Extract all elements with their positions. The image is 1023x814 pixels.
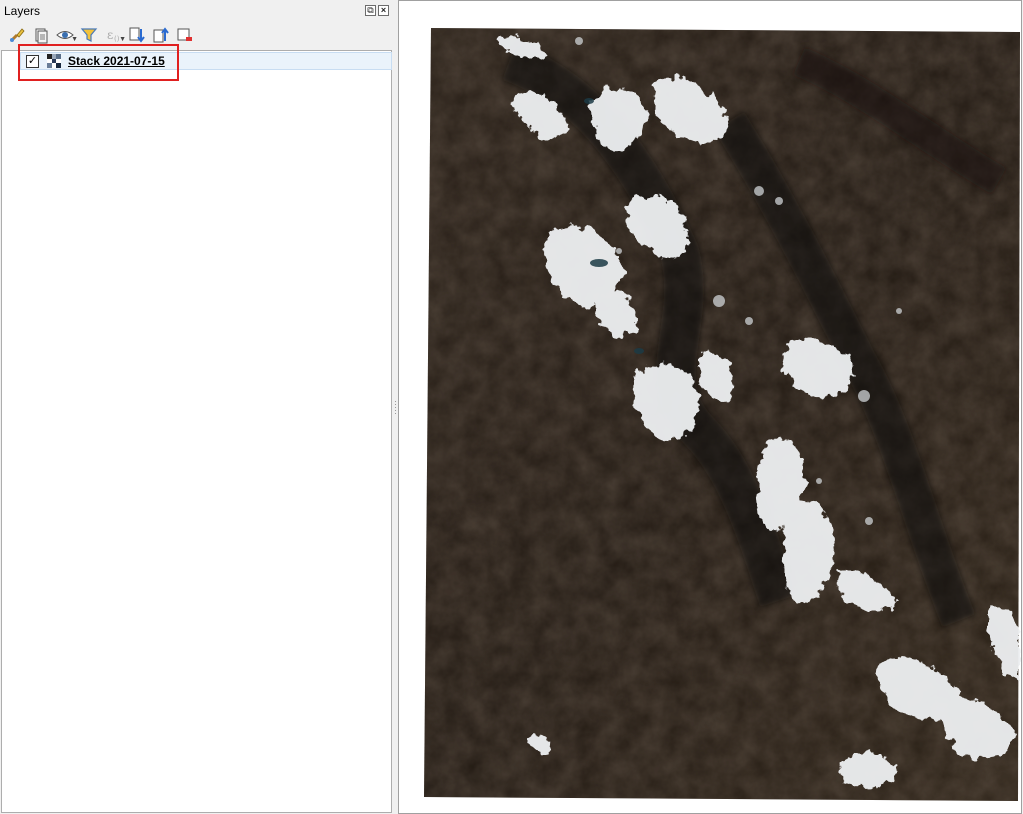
remove-layer-icon[interactable] bbox=[174, 24, 196, 46]
layer-item-stack[interactable]: ✓ Stack 2021-07-15 bbox=[20, 52, 392, 70]
satellite-raster-image bbox=[424, 28, 1020, 801]
visibility-eye-icon[interactable]: ▼ bbox=[54, 24, 78, 46]
close-icon[interactable]: × bbox=[378, 5, 389, 16]
filter-expression-icon[interactable]: ε() ▼ bbox=[102, 24, 126, 46]
layers-panel: Layers ⧉ × ▼ ε() ▼ ✓ Stack 2021-07-15 bbox=[0, 0, 393, 814]
layer-tree: ✓ Stack 2021-07-15 bbox=[1, 50, 392, 813]
expand-all-icon[interactable] bbox=[126, 24, 148, 46]
float-icon[interactable]: ⧉ bbox=[365, 5, 376, 16]
collapse-all-icon[interactable] bbox=[150, 24, 172, 46]
svg-text:ε: ε bbox=[107, 28, 113, 42]
map-canvas[interactable] bbox=[398, 0, 1022, 814]
layer-name: Stack 2021-07-15 bbox=[68, 54, 165, 68]
layers-panel-title: Layers bbox=[4, 4, 41, 18]
qgis-window: Layers ⧉ × ▼ ε() ▼ ✓ Stack 2021-07-15 bbox=[0, 0, 1023, 814]
style-manager-icon[interactable] bbox=[6, 24, 28, 46]
raster-icon bbox=[47, 54, 61, 68]
add-group-icon[interactable] bbox=[30, 24, 52, 46]
filter-icon[interactable] bbox=[78, 24, 100, 46]
layers-toolbar: ▼ ε() ▼ bbox=[6, 24, 196, 46]
layer-visibility-checkbox[interactable]: ✓ bbox=[26, 54, 39, 68]
splitter-grip bbox=[395, 401, 396, 415]
